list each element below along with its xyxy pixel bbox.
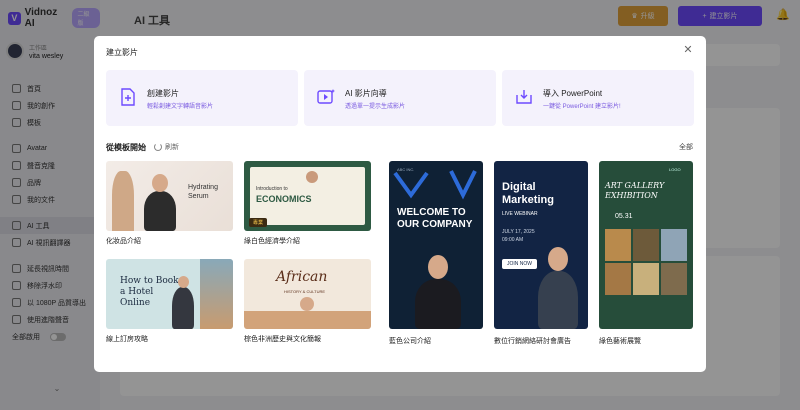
presenter-head [152,174,168,192]
refresh-icon [154,143,162,151]
presenter-head [178,276,189,288]
template-card-art-gallery[interactable]: LOGO ART GALLERY EXHIBITION 05.31 [599,161,693,329]
template-label: 化妝品介紹 [106,238,141,245]
option-title: AI 影片向導 [345,89,387,98]
presenter-avatar [415,279,461,329]
chevron-decoration [393,170,477,200]
option-import-powerpoint[interactable]: 導入 PowerPoint 一鍵從 PowerPoint 建立影片! [502,70,694,126]
templates-section-title: 從模板開始 [106,143,146,152]
refresh-label: 刷新 [165,144,179,151]
pro-badge: 專業 [249,218,268,227]
template-art-logo: LOGO [669,167,681,172]
option-desc: 透過單一提示生成影片 [345,104,406,110]
template-label: 綠色藝術展覽 [599,338,641,345]
template-art-title: WELCOME TO OUR COMPANY [397,207,473,230]
all-templates-link[interactable]: 全部 [679,142,693,152]
template-label: 數位行銷網絡研討會廣告 [494,338,571,345]
template-art-date: 05.31 [615,213,633,220]
presenter-head [300,297,314,311]
presenter-avatar [172,287,194,329]
option-title: 創建影片 [147,89,179,98]
presenter-head [548,247,568,271]
template-art-cta: JOIN NOW [502,259,537,269]
option-create-video[interactable]: 創建影片 輕鬆創建文字轉語音影片 [106,70,298,126]
import-icon [516,90,532,104]
option-title: 導入 PowerPoint [543,89,603,98]
template-card-economics[interactable]: Introduction to ECONOMICS 專業 [244,161,371,231]
option-desc: 輕鬆創建文字轉語音影片 [147,104,214,110]
template-art-time: 09:00 AM [502,237,524,243]
magic-video-icon [317,89,335,104]
template-art-photo [200,259,233,329]
template-art-title: Digital Marketing [502,181,554,206]
template-card-digital-marketing[interactable]: Digital Marketing LIVE WEBINAR JULY 17, … [494,161,588,329]
template-label: 棕色非洲歷史與文化簡報 [244,336,321,343]
presenter-head [428,255,448,279]
modal-title: 建立影片 [106,48,138,57]
template-label: 綠白色經濟學介紹 [244,238,300,245]
template-art-title: ECONOMICS [256,194,312,204]
template-art-date: JULY 17, 2025 [502,229,535,235]
presenter-avatar [144,191,176,231]
template-art-subtitle: HISTORY & CULTURE [284,289,326,294]
presenter-avatar [538,271,578,329]
presenter-head [306,171,318,183]
template-art-title: Hydrating Serum [188,184,218,200]
close-icon[interactable]: ✕ [682,44,694,56]
new-document-icon [121,88,135,106]
painting-grid [605,229,687,295]
template-label: 線上訂房攻略 [106,336,148,343]
template-card-cosmetics[interactable]: Hydrating Serum [106,161,233,231]
template-card-blue-company[interactable]: ABC INC. WELCOME TO OUR COMPANY [389,161,483,329]
template-art-title: African [276,269,328,285]
template-label: 藍色公司介紹 [389,338,431,345]
template-art-title: How to Book a Hotel Online [120,276,179,308]
option-desc: 一鍵從 PowerPoint 建立影片! [543,104,621,110]
template-art-dunes [244,311,371,329]
template-card-african-history[interactable]: African HISTORY & CULTURE [244,259,371,329]
template-art-title: ART GALLERY EXHIBITION [605,181,665,200]
template-art-subtitle: Introduction to [256,186,288,192]
option-ai-video-wizard[interactable]: AI 影片向導 透過單一提示生成影片 [304,70,496,126]
create-video-modal: 建立影片 ✕ 創建影片 輕鬆創建文字轉語音影片 AI 影片向導 透過單一提示生成… [94,36,706,372]
template-art-shape [112,171,134,231]
refresh-button[interactable]: 刷新 [154,142,179,152]
template-art-subtitle: LIVE WEBINAR [502,211,538,217]
template-card-hotel[interactable]: How to Book a Hotel Online [106,259,233,329]
